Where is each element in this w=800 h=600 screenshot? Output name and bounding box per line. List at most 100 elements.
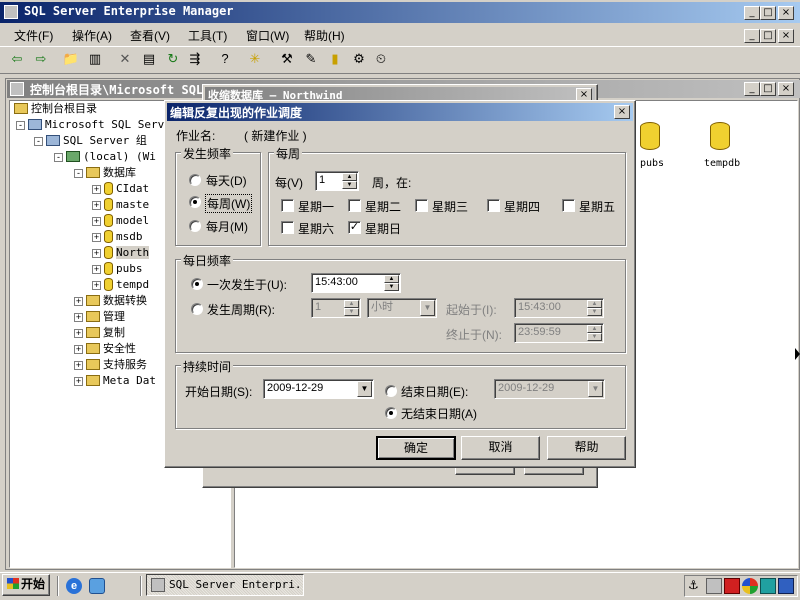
expand-icon[interactable]: + xyxy=(92,201,101,210)
sunday-label[interactable]: 星期日 xyxy=(365,220,401,237)
tree-item[interactable]: + 数据转换 xyxy=(74,293,147,309)
expand-icon[interactable]: + xyxy=(74,377,83,386)
saturday-checkbox[interactable] xyxy=(281,221,294,234)
monthly-radio[interactable] xyxy=(189,220,201,232)
spinner-icon[interactable]: ▲ ▼ xyxy=(344,300,359,316)
wednesday-label[interactable]: 星期三 xyxy=(432,198,468,215)
console-minimize-button[interactable]: _ xyxy=(744,82,760,96)
job-icon[interactable]: ⚙ xyxy=(350,50,368,68)
tree-item[interactable]: + maste xyxy=(92,197,149,213)
collapse-icon[interactable]: - xyxy=(54,153,63,162)
taskbar-task-button[interactable]: SQL Server Enterpri... xyxy=(146,574,304,596)
occurs-every-label[interactable]: 发生周期(R): xyxy=(207,301,275,318)
friday-checkbox[interactable] xyxy=(562,199,575,212)
tree-item[interactable]: - (local) (Wi xyxy=(54,149,156,165)
spinner-icon[interactable]: ▲ ▼ xyxy=(342,173,357,189)
tree-item[interactable]: + 支持服务 xyxy=(74,357,147,373)
maximize-button[interactable]: □ xyxy=(760,6,776,20)
back-icon[interactable]: ⇦ xyxy=(8,50,26,68)
saturday-label[interactable]: 星期六 xyxy=(298,220,334,237)
no-end-date-radio[interactable] xyxy=(385,407,397,419)
close-button[interactable]: × xyxy=(778,6,794,20)
forward-icon[interactable]: ⇨ xyxy=(32,50,50,68)
tray-app-icon[interactable] xyxy=(778,578,794,594)
database-tool-icon[interactable]: ▮ xyxy=(326,50,344,68)
mdi-close-button[interactable]: × xyxy=(778,29,794,43)
menu-file[interactable]: 文件(F) xyxy=(14,27,53,44)
collapse-icon[interactable]: - xyxy=(34,137,43,146)
weekly-label[interactable]: 每周(W) xyxy=(205,194,253,213)
menu-help[interactable]: 帮助(H) xyxy=(304,27,345,44)
menu-view[interactable]: 查看(V) xyxy=(130,27,170,44)
start-date-select[interactable]: 2009-12-29 ▼ xyxy=(263,379,374,399)
export-icon[interactable]: ⇶ xyxy=(186,50,204,68)
thursday-checkbox[interactable] xyxy=(487,199,500,212)
tree-item[interactable]: + model xyxy=(92,213,149,229)
expand-icon[interactable]: + xyxy=(74,345,83,354)
daily-radio[interactable] xyxy=(189,174,201,186)
wizard-icon[interactable]: ⚒ xyxy=(278,50,296,68)
monday-checkbox[interactable] xyxy=(281,199,294,212)
occurs-once-label[interactable]: 一次发生于(U): xyxy=(207,276,287,293)
sunday-checkbox[interactable]: ✓ xyxy=(348,221,361,234)
ok-button[interactable]: 确定 xyxy=(376,436,456,460)
spinner-icon[interactable]: ▲ ▼ xyxy=(587,325,602,341)
chevron-down-icon[interactable]: ▼ xyxy=(588,381,603,397)
spinner-icon[interactable]: ▲ ▼ xyxy=(384,275,399,291)
menu-action[interactable]: 操作(A) xyxy=(72,27,112,44)
tree-item[interactable]: + pubs xyxy=(92,261,143,277)
wednesday-checkbox[interactable] xyxy=(415,199,428,212)
tree-item[interactable]: + 管理 xyxy=(74,309,125,325)
start-button[interactable]: 开始 xyxy=(2,574,50,596)
query-icon[interactable]: ✎ xyxy=(302,50,320,68)
occurs-every-value-input[interactable]: 1 ▲ ▼ xyxy=(311,298,361,318)
show-tree-icon[interactable]: ▥ xyxy=(86,50,104,68)
monthly-label[interactable]: 每月(M) xyxy=(206,218,248,235)
tree-item[interactable]: + 复制 xyxy=(74,325,125,341)
spinner-icon[interactable]: ▲ ▼ xyxy=(587,300,602,316)
daily-label[interactable]: 每天(D) xyxy=(206,172,247,189)
expand-icon[interactable]: + xyxy=(74,313,83,322)
new-icon[interactable]: ✳ xyxy=(246,50,264,68)
tree-item[interactable]: - Microsoft SQL Serv xyxy=(16,117,164,133)
occurs-once-radio[interactable] xyxy=(191,278,203,290)
network-icon[interactable]: ⚓ xyxy=(688,578,704,594)
help-icon[interactable]: ? xyxy=(216,50,234,68)
start-at-input[interactable]: 15:43:00 ▲ ▼ xyxy=(514,298,604,318)
properties-icon[interactable]: ▤ xyxy=(140,50,158,68)
tray-app-icon[interactable] xyxy=(742,578,758,594)
occurs-every-unit-select[interactable]: 小时 ▼ xyxy=(367,298,437,318)
help-button[interactable]: 帮助 xyxy=(547,436,626,460)
end-at-input[interactable]: 23:59:59 ▲ ▼ xyxy=(514,323,604,343)
collapse-icon[interactable]: - xyxy=(74,169,83,178)
expand-icon[interactable]: + xyxy=(92,249,101,258)
mdi-minimize-button[interactable]: _ xyxy=(744,29,760,43)
tree-item[interactable]: + North xyxy=(92,245,150,261)
expand-icon[interactable]: + xyxy=(74,329,83,338)
tuesday-checkbox[interactable] xyxy=(348,199,361,212)
tree-item[interactable]: + 安全性 xyxy=(74,341,136,357)
explorer-icon[interactable] xyxy=(89,578,105,594)
tree-item[interactable]: + tempd xyxy=(92,277,149,293)
expand-icon[interactable]: + xyxy=(92,185,101,194)
console-close-button[interactable]: × xyxy=(778,82,794,96)
tray-app-icon[interactable] xyxy=(760,578,776,594)
menu-tools[interactable]: 工具(T) xyxy=(188,27,227,44)
expand-icon[interactable]: + xyxy=(74,361,83,370)
list-item[interactable]: tempdb xyxy=(700,122,744,172)
friday-label[interactable]: 星期五 xyxy=(579,198,615,215)
tree-item[interactable]: 控制台根目录 xyxy=(14,101,97,117)
up-folder-icon[interactable]: 📁 xyxy=(62,50,80,68)
menu-window[interactable]: 窗口(W) xyxy=(246,27,289,44)
collapse-icon[interactable]: - xyxy=(16,121,25,130)
tree-item[interactable]: - 数据库 xyxy=(74,165,136,181)
no-end-date-label[interactable]: 无结束日期(A) xyxy=(401,405,477,422)
sql-agent-icon[interactable] xyxy=(706,578,722,594)
chevron-down-icon[interactable]: ▼ xyxy=(420,300,435,316)
tree-item[interactable]: + msdb xyxy=(92,229,143,245)
minimize-button[interactable]: _ xyxy=(744,6,760,20)
expand-icon[interactable]: + xyxy=(74,297,83,306)
ie-icon[interactable]: e xyxy=(66,578,82,594)
delete-icon[interactable]: ✕ xyxy=(116,50,134,68)
expand-icon[interactable]: + xyxy=(92,217,101,226)
